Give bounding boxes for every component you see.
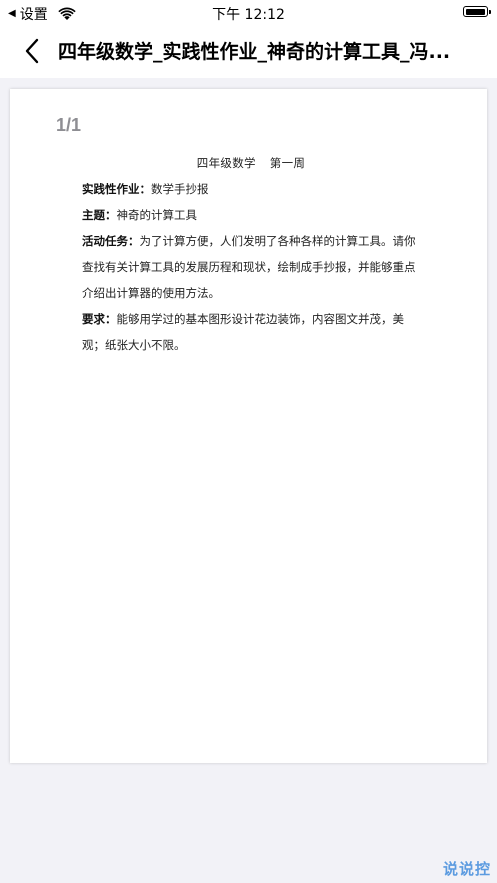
back-button[interactable] [18,36,48,66]
paragraph-requirements: 要求：能够用学过的基本图形设计花边装饰，内容图文并茂，美观；纸张大小不限。 [82,306,420,358]
battery-level [465,8,485,15]
document-content: 四年级数学 第一周 实践性作业：数学手抄报 主题：神奇的计算工具 活动任务：为了计… [82,150,420,358]
paragraph-text: 数学手抄报 [151,182,209,196]
paragraph-label: 主题： [82,208,117,222]
paragraph-theme: 主题：神奇的计算工具 [82,202,420,228]
battery-nub [489,10,491,14]
navigation-bar: 四年级数学_实践性作业_神奇的计算工具_冯... [0,26,497,78]
paragraph-text: 神奇的计算工具 [116,208,198,222]
paragraph-assignment: 实践性作业：数学手抄报 [82,176,420,202]
document-page[interactable]: 1/1 四年级数学 第一周 实践性作业：数学手抄报 主题：神奇的计算工具 活动任务… [10,89,487,763]
document-header-week: 第一周 [269,156,306,170]
paragraph-label: 要求： [82,312,117,326]
paragraph-label: 实践性作业： [82,182,151,196]
paragraph-label: 活动任务： [82,234,140,248]
document-header: 四年级数学 第一周 [82,150,420,176]
chevron-left-icon [25,38,39,64]
battery-icon [463,6,491,17]
status-bar: ◀ 设置 下午 12:12 [0,0,497,26]
paragraph-task: 活动任务：为了计算方便，人们发明了各种各样的计算工具。请你查找有关计算工具的发展… [82,228,420,306]
page-indicator: 1/1 [56,115,82,135]
status-time: 下午 12:12 [212,7,285,23]
document-title: 四年级数学_实践性作业_神奇的计算工具_冯... [58,41,451,63]
watermark-logo: 说说控 [442,860,491,878]
document-header-subject: 四年级数学 [196,156,256,170]
paragraph-text: 能够用学过的基本图形设计花边装饰，内容图文并茂，美观；纸张大小不限。 [82,312,404,352]
document-viewer[interactable]: 1/1 四年级数学 第一周 实践性作业：数学手抄报 主题：神奇的计算工具 活动任务… [0,78,497,883]
